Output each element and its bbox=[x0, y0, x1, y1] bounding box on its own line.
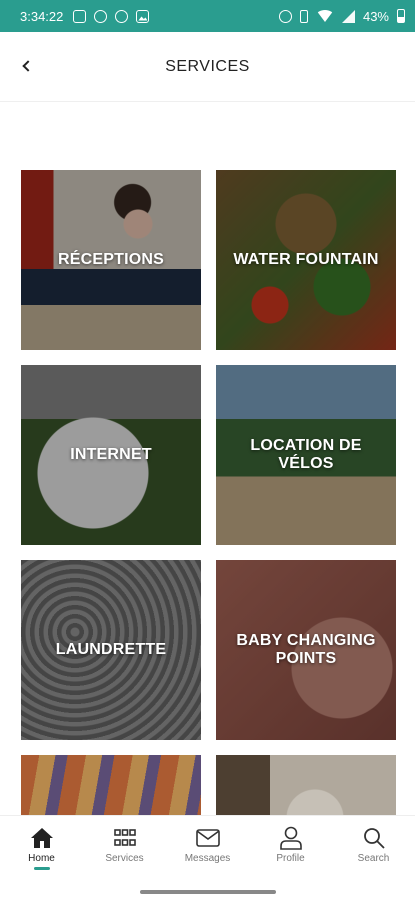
nav-label: Home bbox=[28, 853, 55, 864]
signal-icon bbox=[341, 9, 355, 23]
service-tile-receptions[interactable]: RÉCEPTIONS bbox=[21, 170, 201, 350]
mail-icon bbox=[195, 826, 220, 850]
nav-item-search[interactable]: Search bbox=[334, 826, 414, 864]
status-time: 3:34:22 bbox=[20, 8, 64, 24]
nav-label: Profile bbox=[276, 853, 305, 864]
battery-percent: 43% bbox=[362, 8, 389, 24]
service-tile-label: LAUNDRETTE bbox=[55, 641, 167, 658]
active-indicator bbox=[33, 867, 50, 870]
bottom-nav: Home Services Messages Profile Search bbox=[0, 815, 415, 875]
wifi-icon bbox=[315, 10, 334, 22]
service-tile-label: INTERNET bbox=[70, 446, 152, 463]
nav-label: Services bbox=[105, 853, 144, 864]
alarm-icon bbox=[278, 9, 292, 23]
nav-label: Search bbox=[357, 853, 390, 864]
nav-item-home[interactable]: Home bbox=[2, 826, 82, 870]
gesture-bar[interactable] bbox=[140, 890, 276, 894]
chevron-left-icon bbox=[22, 60, 34, 72]
nav-item-messages[interactable]: Messages bbox=[168, 826, 248, 864]
service-tile-baby-changing[interactable]: BABY CHANGING POINTS bbox=[216, 560, 396, 740]
service-tile-label: BABY CHANGING POINTS bbox=[236, 632, 376, 667]
home-icon bbox=[30, 826, 54, 850]
status-bar: 3:34:22 43% bbox=[0, 0, 415, 32]
app-header: SERVICES bbox=[0, 32, 415, 102]
nav-item-profile[interactable]: Profile bbox=[251, 826, 331, 864]
at-icon bbox=[115, 9, 129, 23]
service-tile-internet[interactable]: INTERNET bbox=[21, 365, 201, 545]
nav-item-services[interactable]: Services bbox=[85, 826, 165, 864]
back-button[interactable] bbox=[14, 52, 42, 80]
nav-label: Messages bbox=[184, 853, 231, 864]
service-tile-label: RÉCEPTIONS bbox=[57, 251, 164, 268]
service-tile-label: LOCATION DE VÉLOS bbox=[250, 437, 362, 472]
page-title: SERVICES bbox=[165, 57, 250, 75]
grid-icon bbox=[113, 826, 137, 850]
instagram-icon bbox=[73, 9, 87, 23]
battery-icon bbox=[397, 9, 405, 23]
service-tile-water-fountain[interactable]: WATER FOUNTAIN bbox=[216, 170, 396, 350]
image-icon bbox=[136, 9, 150, 23]
service-tile-partial-left[interactable] bbox=[21, 755, 201, 815]
services-grid: RÉCEPTIONS WATER FOUNTAIN INTERNET LOCAT… bbox=[21, 170, 396, 815]
record-icon bbox=[94, 9, 108, 23]
service-tile-laundrette[interactable]: LAUNDRETTE bbox=[21, 560, 201, 740]
user-icon bbox=[279, 826, 303, 850]
search-icon bbox=[362, 826, 386, 850]
service-tile-label: WATER FOUNTAIN bbox=[233, 251, 379, 268]
service-tile-bike-rental[interactable]: LOCATION DE VÉLOS bbox=[216, 365, 396, 545]
vibrate-icon bbox=[299, 9, 308, 23]
service-tile-partial-right[interactable] bbox=[216, 755, 396, 815]
